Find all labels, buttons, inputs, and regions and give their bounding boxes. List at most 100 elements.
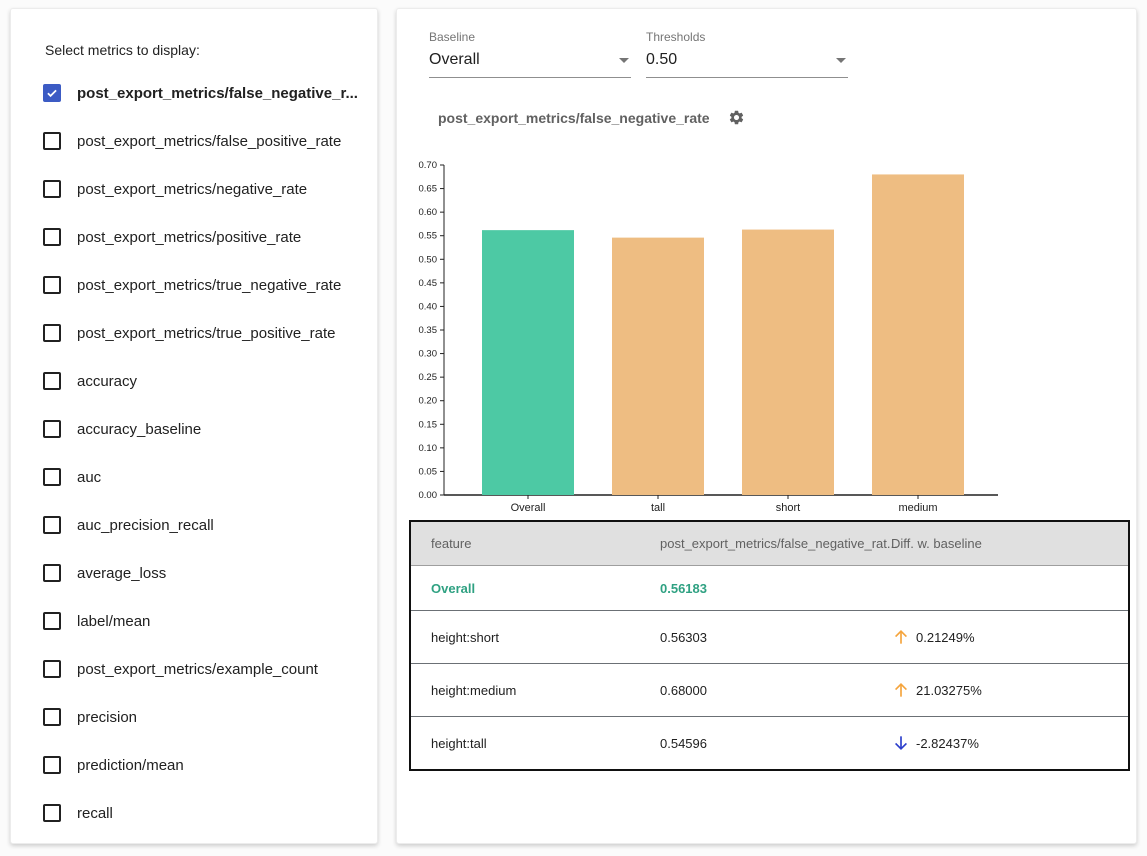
- metrics-display-panel: Baseline Overall Thresholds 0.50 post_ex…: [396, 8, 1137, 844]
- metric-item-6[interactable]: accuracy: [11, 357, 377, 405]
- table-header-feature: feature: [411, 536, 640, 551]
- metric-item-3[interactable]: post_export_metrics/positive_rate: [11, 213, 377, 261]
- metric-label: post_export_metrics/negative_rate: [77, 181, 307, 198]
- metric-checkbox[interactable]: [43, 132, 61, 150]
- table-header-diff: Diff. w. baseline: [871, 536, 1128, 551]
- metric-checkbox[interactable]: [43, 468, 61, 486]
- y-tick-label: 0.60: [419, 207, 438, 218]
- y-tick-label: 0.20: [419, 396, 438, 407]
- metric-selector-panel: Select metrics to display: post_export_m…: [10, 8, 378, 844]
- diff-cell: 21.03275%: [871, 679, 1128, 701]
- chevron-down-icon: [836, 58, 846, 63]
- metric-checkbox[interactable]: [43, 804, 61, 822]
- y-tick-label: 0.45: [419, 278, 438, 289]
- chart-title: post_export_metrics/false_negative_rate: [438, 110, 710, 126]
- metric-label: post_export_metrics/example_count: [77, 661, 318, 678]
- x-tick-label: Overall: [511, 502, 546, 514]
- metric-item-7[interactable]: accuracy_baseline: [11, 405, 377, 453]
- metric-item-10[interactable]: average_loss: [11, 549, 377, 597]
- metric-label: auc_precision_recall: [77, 517, 214, 534]
- metric-item-8[interactable]: auc: [11, 453, 377, 501]
- y-tick-label: 0.65: [419, 184, 438, 195]
- metrics-table: feature post_export_metrics/false_negati…: [409, 520, 1130, 771]
- table-header-metric: post_export_metrics/false_negative_rat..…: [640, 536, 871, 551]
- y-tick-label: 0.25: [419, 372, 438, 383]
- metric-item-14[interactable]: prediction/mean: [11, 741, 377, 789]
- metric-selector-title: Select metrics to display:: [45, 42, 200, 58]
- y-tick-label: 0.55: [419, 231, 438, 242]
- baseline-label: Baseline: [429, 30, 631, 44]
- table-row-height:short: height:short0.563030.21249%: [411, 610, 1128, 663]
- bar-short[interactable]: [742, 230, 834, 495]
- baseline-select[interactable]: Overall: [429, 48, 631, 78]
- value-cell: 0.54596: [640, 736, 871, 751]
- metric-item-9[interactable]: auc_precision_recall: [11, 501, 377, 549]
- bar-tall[interactable]: [612, 238, 704, 495]
- metric-checkbox[interactable]: [43, 228, 61, 246]
- y-tick-label: 0.10: [419, 443, 438, 454]
- y-tick-label: 0.15: [419, 419, 438, 430]
- metric-item-13[interactable]: precision: [11, 693, 377, 741]
- metric-checkbox[interactable]: [43, 276, 61, 294]
- metric-checkbox[interactable]: [43, 420, 61, 438]
- metric-checkbox[interactable]: [43, 180, 61, 198]
- metric-checkbox[interactable]: [43, 372, 61, 390]
- metric-checkbox[interactable]: [43, 756, 61, 774]
- baseline-select-group: Baseline Overall: [429, 30, 631, 78]
- y-tick-label: 0.00: [419, 490, 438, 501]
- bar-Overall[interactable]: [482, 230, 574, 495]
- metric-item-1[interactable]: post_export_metrics/false_positive_rate: [11, 117, 377, 165]
- table-header-row: feature post_export_metrics/false_negati…: [411, 522, 1128, 566]
- diff-value: 21.03275%: [916, 683, 982, 698]
- x-tick-label: short: [776, 502, 800, 514]
- thresholds-label: Thresholds: [646, 30, 848, 44]
- thresholds-select[interactable]: 0.50: [646, 48, 848, 78]
- arrow-down-icon: [891, 732, 911, 754]
- metric-checkbox[interactable]: [43, 660, 61, 678]
- y-tick-label: 0.05: [419, 466, 438, 477]
- gear-icon[interactable]: [728, 109, 745, 126]
- metric-label: prediction/mean: [77, 757, 184, 774]
- arrow-up-icon: [891, 626, 911, 648]
- arrow-up-icon: [891, 679, 911, 701]
- metric-label: post_export_metrics/true_negative_rate: [77, 277, 341, 294]
- y-tick-label: 0.30: [419, 349, 438, 360]
- chevron-down-icon: [619, 58, 629, 63]
- metric-checkbox[interactable]: [43, 708, 61, 726]
- metric-checkbox[interactable]: [43, 612, 61, 630]
- table-body: Overall0.56183height:short0.563030.21249…: [411, 566, 1128, 769]
- value-cell: 0.56183: [640, 581, 871, 596]
- metric-checkbox[interactable]: [43, 324, 61, 342]
- metric-item-0[interactable]: post_export_metrics/false_negative_r...: [11, 69, 377, 117]
- metric-item-15[interactable]: recall: [11, 789, 377, 837]
- x-tick-label: tall: [651, 502, 665, 514]
- metric-checkbox[interactable]: [43, 516, 61, 534]
- thresholds-value: 0.50: [646, 51, 677, 68]
- x-tick-label: medium: [898, 502, 937, 514]
- metric-checkbox[interactable]: [43, 84, 61, 102]
- y-tick-label: 0.70: [419, 160, 438, 171]
- y-tick-label: 0.35: [419, 325, 438, 336]
- metric-label: recall: [77, 805, 113, 822]
- metric-item-2[interactable]: post_export_metrics/negative_rate: [11, 165, 377, 213]
- metric-label: post_export_metrics/false_positive_rate: [77, 133, 341, 150]
- metric-label: auc: [77, 469, 101, 486]
- thresholds-select-group: Thresholds 0.50: [646, 30, 848, 78]
- feature-cell: Overall: [411, 581, 640, 596]
- feature-cell: height:tall: [411, 736, 640, 751]
- diff-value: 0.21249%: [916, 630, 975, 645]
- metric-label: precision: [77, 709, 137, 726]
- metric-item-12[interactable]: post_export_metrics/example_count: [11, 645, 377, 693]
- feature-cell: height:medium: [411, 683, 640, 698]
- metric-item-4[interactable]: post_export_metrics/true_negative_rate: [11, 261, 377, 309]
- bar-medium[interactable]: [872, 174, 964, 495]
- metric-checkbox[interactable]: [43, 564, 61, 582]
- table-row-Overall: Overall0.56183: [411, 566, 1128, 610]
- metric-label: average_loss: [77, 565, 166, 582]
- table-row-height:medium: height:medium0.6800021.03275%: [411, 663, 1128, 716]
- metric-label: accuracy_baseline: [77, 421, 201, 438]
- metric-item-11[interactable]: label/mean: [11, 597, 377, 645]
- table-row-height:tall: height:tall0.54596-2.82437%: [411, 716, 1128, 769]
- metric-label: post_export_metrics/positive_rate: [77, 229, 301, 246]
- metric-item-5[interactable]: post_export_metrics/true_positive_rate: [11, 309, 377, 357]
